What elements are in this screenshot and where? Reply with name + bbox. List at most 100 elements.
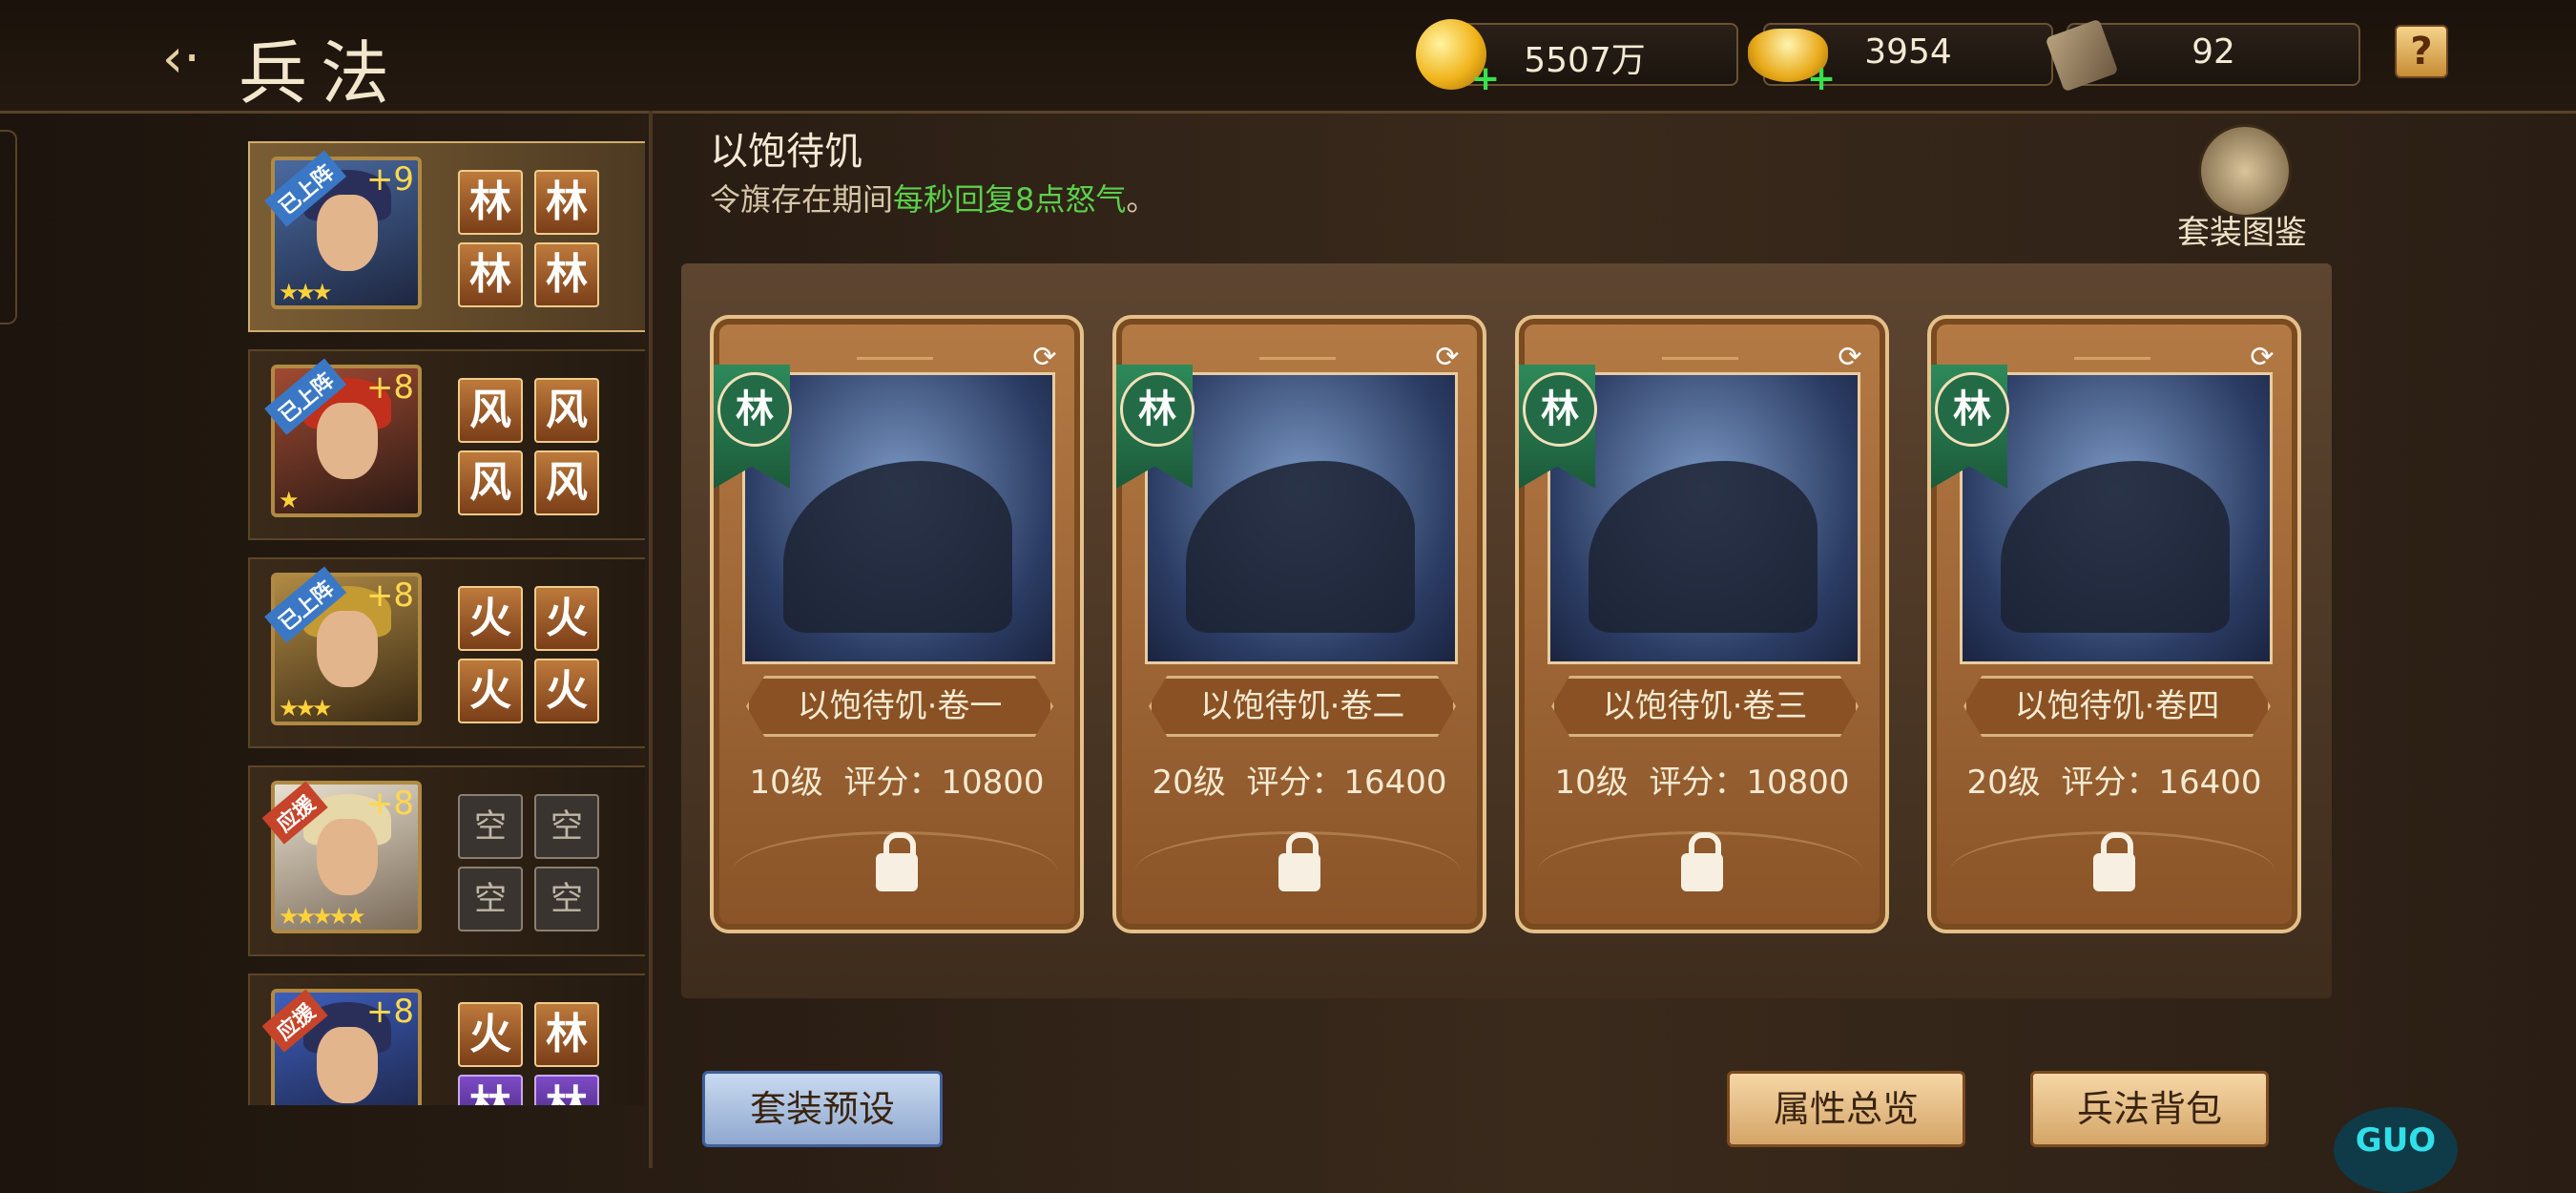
ingot-resource[interactable]: + 3954 bbox=[1748, 23, 2053, 98]
card-info: 20级 评分：16400 bbox=[1116, 756, 1483, 803]
scroll-resource[interactable]: 92 bbox=[2045, 18, 2360, 93]
card-ornament bbox=[1662, 336, 1738, 360]
refresh-icon[interactable]: ⟳ bbox=[1834, 342, 1866, 374]
hero-row-5[interactable]: 应援 +8 火 林 林 林 bbox=[248, 973, 645, 1105]
art-slot[interactable]: 火 bbox=[458, 586, 523, 651]
card-type-tag: 林 bbox=[1120, 372, 1195, 447]
art-slot[interactable]: 林 bbox=[534, 170, 599, 235]
art-slot[interactable]: 火 bbox=[534, 586, 599, 651]
card-name: 以饱待饥·卷二 bbox=[1149, 676, 1456, 737]
hero-portrait: 已上阵 +9 ★★★ bbox=[264, 150, 422, 309]
card-score-label: 评分： bbox=[1649, 764, 1747, 802]
card-ornament bbox=[1259, 336, 1336, 360]
card-score: 10800 bbox=[941, 764, 1045, 802]
hero-portrait: 已上阵 +8 ★★★ bbox=[264, 566, 422, 725]
attribute-overview-button[interactable]: 属性总览 bbox=[1727, 1071, 1965, 1147]
card-score-label: 评分： bbox=[843, 764, 942, 802]
art-slot[interactable]: 风 bbox=[534, 378, 599, 443]
hero-face bbox=[317, 403, 378, 479]
empty-slot[interactable]: 空 bbox=[458, 794, 523, 859]
card-name: 以饱待饥·卷一 bbox=[746, 676, 1053, 737]
card-panel: ⟳ 林 以饱待饥·卷一 10级 评分：10800 ⟳ 林 以饱待饥·卷二 20级… bbox=[681, 263, 2332, 998]
hero-list[interactable]: 已上阵 +9 ★★★ 林 林 林 林 已上阵 +8 ★ 风 风 风 风 已上阵 … bbox=[246, 132, 645, 1105]
set-atlas-label: 套装图鉴 bbox=[2177, 214, 2307, 252]
art-slot[interactable]: 林 bbox=[534, 1075, 599, 1105]
refresh-icon[interactable]: ⟳ bbox=[1028, 342, 1061, 374]
unlock-icon[interactable] bbox=[1278, 832, 1320, 891]
hero-face bbox=[317, 1027, 378, 1103]
hero-row-2[interactable]: 已上阵 +8 ★ 风 风 风 风 bbox=[248, 349, 645, 540]
unlock-icon[interactable] bbox=[1681, 832, 1723, 891]
card-name: 以饱待饥·卷三 bbox=[1551, 676, 1859, 737]
art-slot[interactable]: 林 bbox=[458, 242, 523, 307]
hero-stars: ★★★ bbox=[279, 695, 333, 722]
card-level: 20级 bbox=[1966, 764, 2041, 802]
art-slot[interactable]: 林 bbox=[458, 170, 523, 235]
hero-portrait: 已上阵 +8 ★ bbox=[264, 358, 422, 517]
empty-slot[interactable]: 空 bbox=[534, 794, 599, 859]
scroll-value: 92 bbox=[2192, 32, 2235, 72]
card-score: 10800 bbox=[1746, 764, 1850, 802]
card-info: 20级 评分：16400 bbox=[1931, 756, 2297, 803]
set-name: 以饱待饥 bbox=[710, 130, 862, 174]
empty-slot[interactable]: 空 bbox=[534, 867, 599, 931]
art-slot[interactable]: 火 bbox=[458, 1002, 523, 1067]
art-slot[interactable]: 风 bbox=[458, 450, 523, 515]
hero-row-1[interactable]: 已上阵 +9 ★★★ 林 林 林 林 bbox=[248, 141, 645, 332]
art-slot[interactable]: 火 bbox=[534, 659, 599, 723]
hero-stars: ★ bbox=[279, 487, 299, 513]
unlock-icon[interactable] bbox=[876, 832, 918, 891]
art-bag-button[interactable]: 兵法背包 bbox=[2030, 1071, 2269, 1147]
art-slots: 火 林 林 林 bbox=[458, 1002, 601, 1105]
card-score-label: 评分： bbox=[1246, 764, 1344, 802]
art-card-3[interactable]: ⟳ 林 以饱待饥·卷三 10级 评分：10800 bbox=[1515, 315, 1889, 933]
art-slots: 林 林 林 林 bbox=[458, 170, 601, 313]
horseman-silhouette bbox=[1589, 461, 1818, 633]
card-info: 10级 评分：10800 bbox=[1519, 756, 1885, 803]
art-slot[interactable]: 林 bbox=[534, 1002, 599, 1067]
card-type-tag: 林 bbox=[1523, 372, 1597, 447]
page-title: 兵法 bbox=[239, 33, 404, 114]
art-slot[interactable]: 风 bbox=[534, 450, 599, 515]
refresh-icon[interactable]: ⟳ bbox=[2246, 342, 2278, 374]
art-slot[interactable]: 火 bbox=[458, 659, 523, 723]
set-atlas-button[interactable]: 套装图鉴 bbox=[2175, 124, 2309, 252]
art-card-4[interactable]: ⟳ 林 以饱待饥·卷四 20级 评分：16400 bbox=[1927, 315, 2301, 933]
art-card-1[interactable]: ⟳ 林 以饱待饥·卷一 10级 评分：10800 bbox=[710, 315, 1084, 933]
unlock-icon[interactable] bbox=[2093, 832, 2135, 891]
art-slot[interactable]: 风 bbox=[458, 378, 523, 443]
gold-resource[interactable]: + 5507万 bbox=[1416, 19, 1738, 98]
art-slot[interactable]: 林 bbox=[534, 242, 599, 307]
art-slots: 空 空 空 空 bbox=[458, 794, 601, 937]
horseman-silhouette bbox=[783, 461, 1012, 633]
card-type-tag: 林 bbox=[1935, 372, 2009, 447]
side-tab[interactable] bbox=[0, 130, 17, 324]
hero-row-4[interactable]: 应援 +8 ★★★★★ 空 空 空 空 bbox=[248, 765, 645, 956]
horseman-silhouette bbox=[2001, 461, 2230, 633]
card-name: 以饱待饥·卷四 bbox=[1963, 676, 2271, 737]
card-info: 10级 评分：10800 bbox=[714, 756, 1080, 803]
art-slot[interactable]: 林 bbox=[458, 1075, 523, 1105]
hero-face bbox=[317, 819, 378, 895]
hero-row-3[interactable]: 已上阵 +8 ★★★ 火 火 火 火 bbox=[248, 557, 645, 748]
set-preset-button[interactable]: 套装预设 bbox=[702, 1071, 943, 1147]
hero-level: +8 bbox=[365, 368, 414, 407]
hero-level: +9 bbox=[365, 160, 414, 199]
art-slots: 火 火 火 火 bbox=[458, 586, 601, 729]
divider bbox=[649, 111, 653, 1168]
hero-portrait: 应援 +8 ★★★★★ bbox=[261, 781, 422, 933]
refresh-icon[interactable]: ⟳ bbox=[1431, 342, 1464, 374]
card-level: 10级 bbox=[1554, 764, 1629, 802]
overlay-logo[interactable]: GUO bbox=[2334, 1107, 2458, 1193]
help-button[interactable]: ? bbox=[2395, 25, 2448, 78]
hero-stars: ★★★ bbox=[279, 279, 333, 305]
empty-slot[interactable]: 空 bbox=[458, 867, 523, 931]
set-description: 令旗存在期间每秒回复8点怒气。 bbox=[710, 176, 1156, 220]
art-card-2[interactable]: ⟳ 林 以饱待饥·卷二 20级 评分：16400 bbox=[1112, 315, 1486, 933]
hero-portrait: 应援 +8 bbox=[261, 989, 422, 1105]
back-arrow-icon[interactable]: ‹· bbox=[153, 31, 210, 88]
art-slots: 风 风 风 风 bbox=[458, 378, 601, 521]
hero-level: +8 bbox=[365, 785, 414, 823]
set-desc-prefix: 令旗存在期间 bbox=[710, 181, 894, 218]
card-type-tag: 林 bbox=[717, 372, 792, 447]
